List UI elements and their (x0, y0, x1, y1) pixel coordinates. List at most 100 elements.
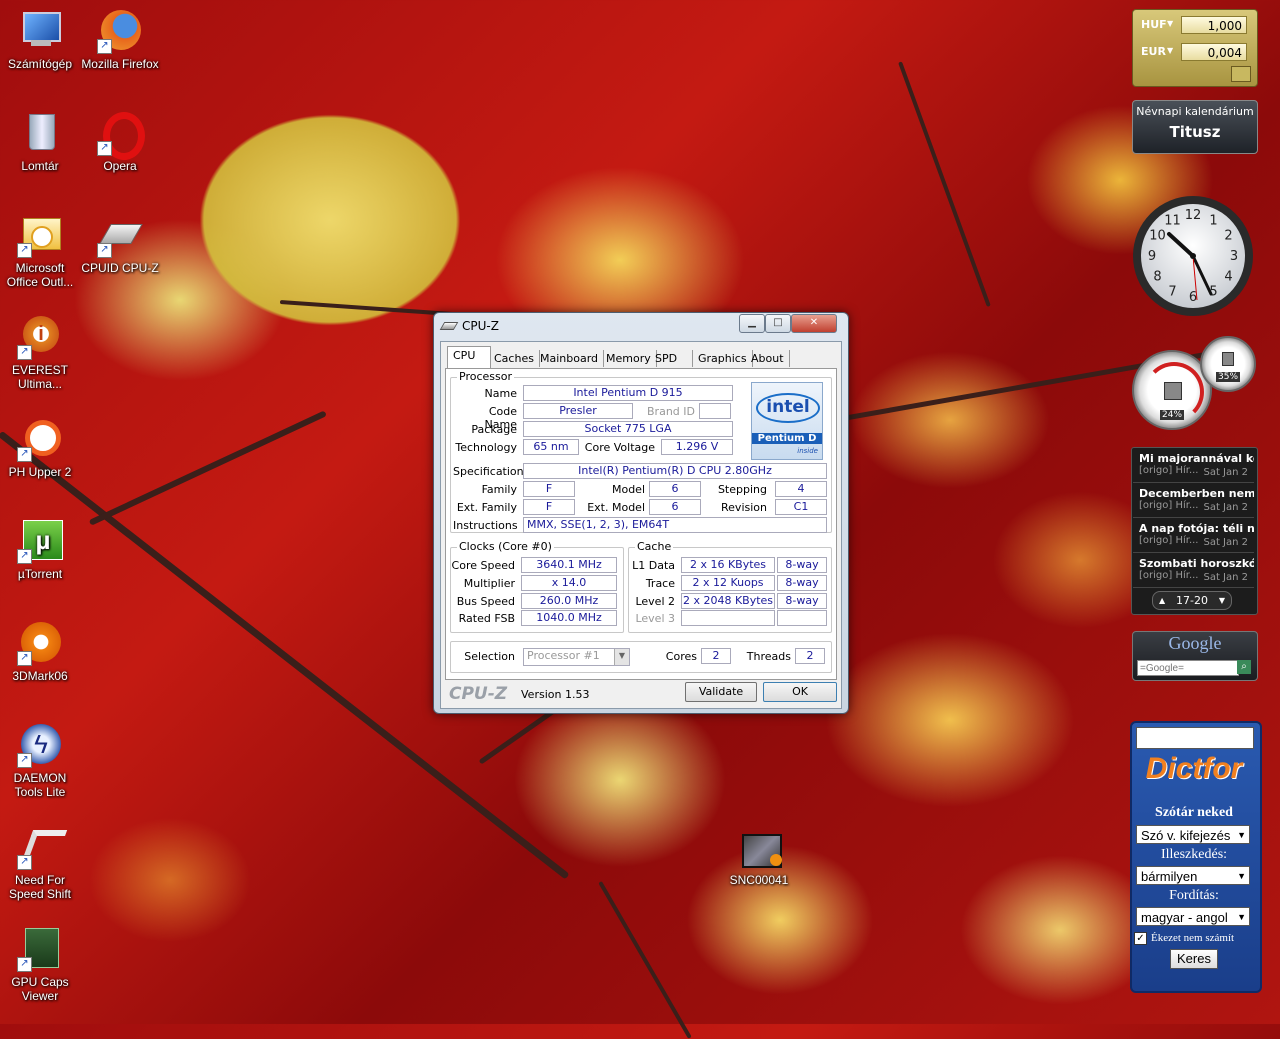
everest-icon: i ↗ (17, 314, 63, 360)
value-brand-id (699, 403, 731, 419)
desktop-icon-nfs[interactable]: ↗ Need For Speed Shift (0, 824, 80, 901)
ok-button[interactable]: OK (763, 682, 837, 702)
close-button[interactable]: ✕ (791, 314, 837, 333)
search-type-select[interactable]: Szó v. kifejezés ▼ (1136, 825, 1250, 844)
desktop-icon-video-file[interactable]: SNC00041 (719, 830, 799, 887)
desktop-icon-daemon-tools[interactable]: ϟ ↗ DAEMON Tools Lite (0, 722, 80, 799)
rss-item[interactable]: Decemberben nem v... [origo] Hír... Sat … (1133, 484, 1254, 518)
shortcut-arrow-icon: ↗ (17, 549, 32, 564)
tab-memory[interactable]: Memory (601, 350, 657, 367)
value-name: Intel Pentium D 915 (523, 385, 733, 401)
icon-label: Need For Speed Shift (8, 873, 72, 901)
group-title: Processor (457, 370, 514, 383)
desktop-icon-3dmark[interactable]: ↗ 3DMark06 (0, 620, 80, 683)
maximize-button[interactable]: □ (765, 314, 791, 333)
validate-button[interactable]: Validate (685, 682, 757, 702)
fit-select[interactable]: bármilyen ▼ (1136, 866, 1250, 885)
translate-label: Fordítás: (1169, 888, 1219, 903)
desktop-icon-gpu-caps[interactable]: ↗ GPU Caps Viewer (0, 926, 80, 1003)
computer-icon (17, 8, 63, 54)
desktop-icon-utorrent[interactable]: µ ↗ µTorrent (0, 518, 80, 581)
label-technology: Technology (455, 441, 517, 454)
desktop-icon-everest[interactable]: i ↗ EVEREST Ultima... (0, 314, 80, 391)
group-title: Cache (635, 540, 674, 553)
desktop-icon-opera[interactable]: ↗ Opera (80, 110, 160, 173)
search-icon[interactable]: ⌕ (1237, 660, 1251, 674)
clock-numeral: 2 (1224, 229, 1232, 244)
desktop-icon-computer[interactable]: Számítógép (0, 8, 80, 71)
rss-item[interactable]: A nap fotója: téli nya... [origo] Hír...… (1133, 519, 1254, 553)
shortcut-arrow-icon: ↗ (17, 855, 32, 870)
intel-logo: intel (756, 393, 820, 423)
desktop-icon-firefox[interactable]: ↗ Mozilla Firefox (80, 8, 160, 71)
page-down-icon[interactable]: ▼ (1219, 592, 1225, 609)
tab-graphics[interactable]: Graphics (693, 350, 753, 367)
title-bar[interactable]: CPU-Z ▁ □ ✕ (434, 313, 848, 339)
3dmark-icon: ↗ (17, 620, 63, 666)
value-family: F (523, 481, 575, 497)
rss-page-range: 17-20 (1176, 594, 1208, 607)
cpu-percent: 24% (1160, 410, 1185, 420)
select-value: magyar - angol (1141, 910, 1228, 925)
language-select[interactable]: magyar - angol ▼ (1136, 907, 1250, 926)
chevron-down-icon: ▼ (1237, 830, 1246, 840)
select-value: bármilyen (1141, 869, 1198, 884)
currency-row[interactable]: EUR ▼ 0,004 (1139, 43, 1251, 63)
icon-label: Mozilla Firefox (81, 57, 159, 71)
desktop-icon-phupper[interactable]: ↗ PH Upper 2 (0, 416, 80, 479)
google-search-input[interactable] (1137, 660, 1239, 676)
tab-caches[interactable]: Caches (489, 350, 540, 367)
accent-checkbox[interactable]: ✓ (1134, 932, 1147, 945)
label-threads: Threads (746, 650, 791, 663)
label-l1-data: L1 Data (632, 559, 675, 572)
value-level-3-size (681, 610, 775, 626)
tab-spd[interactable]: SPD (650, 350, 693, 367)
value-core-speed: 3640.1 MHz (521, 557, 617, 573)
currency-gadget[interactable]: HUF ▼ 1,000 EUR ▼ 0,004 (1132, 9, 1258, 87)
value-l1-data-way: 8-way (777, 557, 827, 573)
clock-numeral: 7 (1168, 285, 1176, 300)
accent-checkbox-label: Ékezet nem számít (1151, 932, 1235, 944)
rss-item[interactable]: Szombati horoszkóp [origo] Hír... Sat Ja… (1133, 554, 1254, 588)
dictionary-input[interactable] (1136, 727, 1254, 749)
value-threads: 2 (795, 648, 825, 664)
shortcut-arrow-icon: ↗ (17, 651, 32, 666)
calculator-icon[interactable] (1231, 66, 1251, 82)
label-multiplier: Multiplier (463, 577, 515, 590)
tab-mainboard[interactable]: Mainboard (535, 350, 605, 367)
value-revision: C1 (775, 499, 827, 515)
minimize-button[interactable]: ▁ (739, 314, 765, 333)
value-level-2-size: 2 x 2048 KBytes (681, 593, 775, 609)
icon-label: CPUID CPU-Z (81, 261, 159, 275)
cpu-meter-gadget[interactable]: 24% 35% (1130, 336, 1256, 430)
shortcut-arrow-icon: ↗ (17, 243, 32, 258)
search-button[interactable]: Keres (1170, 949, 1218, 969)
tab-about[interactable]: About (746, 350, 790, 367)
google-gadget[interactable]: Google ⌕ (1132, 631, 1258, 681)
processor-select[interactable]: Processor #1 ▼ (523, 648, 630, 666)
desktop-icon-outlook[interactable]: ↗ Microsoft Office Outl... (0, 212, 80, 289)
shortcut-arrow-icon: ↗ (97, 141, 112, 156)
cpuz-window[interactable]: CPU-Z ▁ □ ✕ CPU Caches Mainboard Memory … (433, 312, 849, 714)
nameday-name: Titusz (1169, 123, 1221, 141)
cpuz-brand-logo: CPU-Z (449, 684, 508, 704)
memory-meter: 35% (1200, 336, 1256, 392)
tab-cpu[interactable]: CPU (447, 346, 491, 368)
desktop-icon-cpuz[interactable]: ↗ CPUID CPU-Z (80, 212, 160, 275)
clock-gadget[interactable]: 12 1 2 3 4 5 6 7 8 9 10 11 (1131, 194, 1255, 318)
rss-item[interactable]: Mi majorannával kés... [origo] Hír... Sa… (1133, 449, 1254, 483)
window-title: CPU-Z (462, 319, 499, 333)
version-label: Version 1.53 (521, 688, 590, 701)
icon-label: DAEMON Tools Lite (13, 771, 67, 799)
fit-label: Illeszkedés: (1160, 847, 1228, 862)
desktop-icon-recycle-bin[interactable]: Lomtár (0, 110, 80, 173)
value-l1-data-size: 2 x 16 KBytes (681, 557, 775, 573)
rss-item-title: Decemberben nem v... (1139, 487, 1254, 500)
rss-pager: ▲ 17-20 ▼ (1152, 591, 1232, 610)
value-model: 6 (649, 481, 701, 497)
icon-label: Számítógép (7, 57, 73, 71)
clock-numeral: 10 (1149, 229, 1166, 244)
currency-row[interactable]: HUF ▼ 1,000 (1139, 16, 1251, 36)
page-up-icon[interactable]: ▲ (1159, 592, 1165, 609)
clock-face: 12 1234567891011 (1133, 196, 1253, 316)
